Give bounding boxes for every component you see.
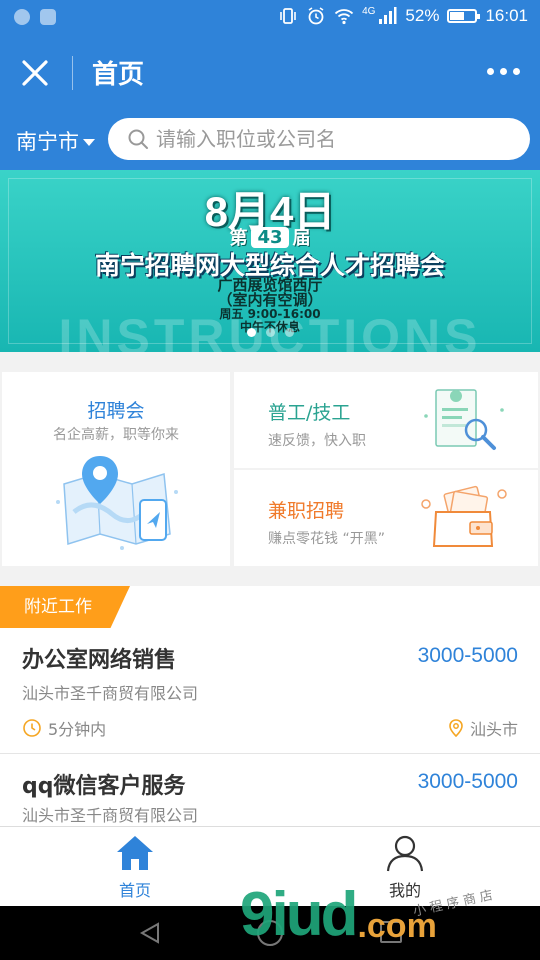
category-part-time[interactable]: 兼职招聘 赚点零花钱 “开黑” bbox=[234, 470, 538, 566]
job-salary: 3000-5000 bbox=[417, 770, 518, 793]
job-salary: 3000-5000 bbox=[417, 644, 518, 667]
clock-icon bbox=[23, 719, 41, 737]
search-input[interactable] bbox=[156, 127, 486, 151]
back-icon[interactable] bbox=[138, 921, 162, 945]
job-card[interactable]: 办公室网络销售 3000-5000 汕头市圣千商贸有限公司 5分钟内 汕头市 bbox=[0, 628, 540, 754]
category-subtitle: 名企高薪，职等你来 bbox=[53, 427, 179, 443]
tab-home-label: 首页 bbox=[118, 881, 151, 900]
wifi-icon bbox=[334, 9, 354, 25]
clock: 16:01 bbox=[485, 6, 528, 25]
nearby-tag: 附近工作 bbox=[0, 586, 130, 628]
more-icon[interactable] bbox=[487, 68, 520, 75]
battery-percent: 52% bbox=[405, 6, 440, 25]
category-title: 兼职招聘 bbox=[268, 500, 345, 522]
app-header: 首页 bbox=[0, 36, 540, 110]
search-icon bbox=[128, 129, 148, 149]
job-company: 汕头市圣千商贸有限公司 bbox=[22, 684, 199, 703]
tab-home[interactable]: 首页 bbox=[0, 827, 270, 907]
close-icon[interactable] bbox=[20, 58, 50, 88]
category-subtitle: 赚点零花钱 “开黑” bbox=[268, 531, 385, 547]
site-watermark: 9iud .com 小程序商店 bbox=[240, 880, 498, 949]
venue-line-2: （室内有空调） bbox=[217, 291, 323, 309]
location-pin-icon bbox=[449, 719, 463, 738]
job-title: 办公室网络销售 bbox=[22, 648, 177, 673]
page-title: 首页 bbox=[92, 60, 145, 90]
category-title: 招聘会 bbox=[87, 400, 145, 422]
network-type: 4G bbox=[362, 5, 376, 17]
resume-search-icon bbox=[424, 389, 504, 450]
carousel-dot[interactable] bbox=[246, 328, 256, 337]
wallet-money-icon bbox=[421, 485, 507, 547]
battery-icon bbox=[447, 9, 481, 23]
banner-carousel[interactable]: INSTRUCTIONS 8月4日 第 43 届 南宁招聘网大型综合人才招聘会 … bbox=[0, 170, 540, 352]
city-label: 南宁市 bbox=[16, 130, 79, 154]
watermark-brand: 9iud bbox=[240, 880, 358, 949]
job-posted: 5分钟内 bbox=[22, 716, 106, 740]
category-job-fair[interactable]: 招聘会 名企高薪，职等你来 bbox=[2, 372, 230, 566]
job-location: 汕头市 bbox=[446, 716, 518, 740]
city-selector[interactable]: 南宁市 bbox=[16, 126, 95, 156]
home-icon bbox=[117, 836, 153, 870]
header-divider bbox=[72, 56, 73, 90]
category-title: 普工/技工 bbox=[268, 402, 351, 424]
search-box[interactable] bbox=[108, 118, 530, 160]
job-posted-text: 5分钟内 bbox=[48, 720, 107, 739]
category-labor[interactable]: 普工/技工 速反馈，快入职 bbox=[234, 372, 538, 468]
job-company: 汕头市圣千商贸有限公司 bbox=[22, 806, 199, 825]
map-pin-icon bbox=[56, 456, 178, 550]
gallery-notification-icon bbox=[40, 9, 56, 25]
carousel-dots bbox=[0, 328, 540, 337]
carousel-dot[interactable] bbox=[265, 328, 275, 337]
alarm-icon bbox=[308, 7, 324, 25]
carousel-dot[interactable] bbox=[284, 328, 294, 337]
job-location-text: 汕头市 bbox=[469, 720, 518, 739]
user-icon bbox=[386, 835, 424, 872]
status-bar: 4G 52% 16:01 bbox=[0, 0, 540, 36]
notification-app-icon bbox=[14, 9, 30, 25]
vibrate-icon bbox=[280, 8, 296, 24]
job-title: qq微信客户服务 bbox=[22, 774, 186, 799]
signal-icon bbox=[379, 7, 397, 24]
nearby-jobs: 附近工作 办公室网络销售 3000-5000 汕头市圣千商贸有限公司 5分钟内 … bbox=[0, 586, 540, 826]
banner-venue: 广西展览馆西厅 （室内有空调） bbox=[0, 278, 540, 308]
job-card[interactable]: qq微信客户服务 3000-5000 汕头市圣千商贸有限公司 bbox=[0, 754, 540, 826]
session-number: 43 bbox=[251, 226, 289, 248]
category-subtitle: 速反馈，快入职 bbox=[268, 433, 366, 449]
search-row: 南宁市 bbox=[0, 110, 540, 170]
caret-down-icon bbox=[83, 139, 95, 146]
